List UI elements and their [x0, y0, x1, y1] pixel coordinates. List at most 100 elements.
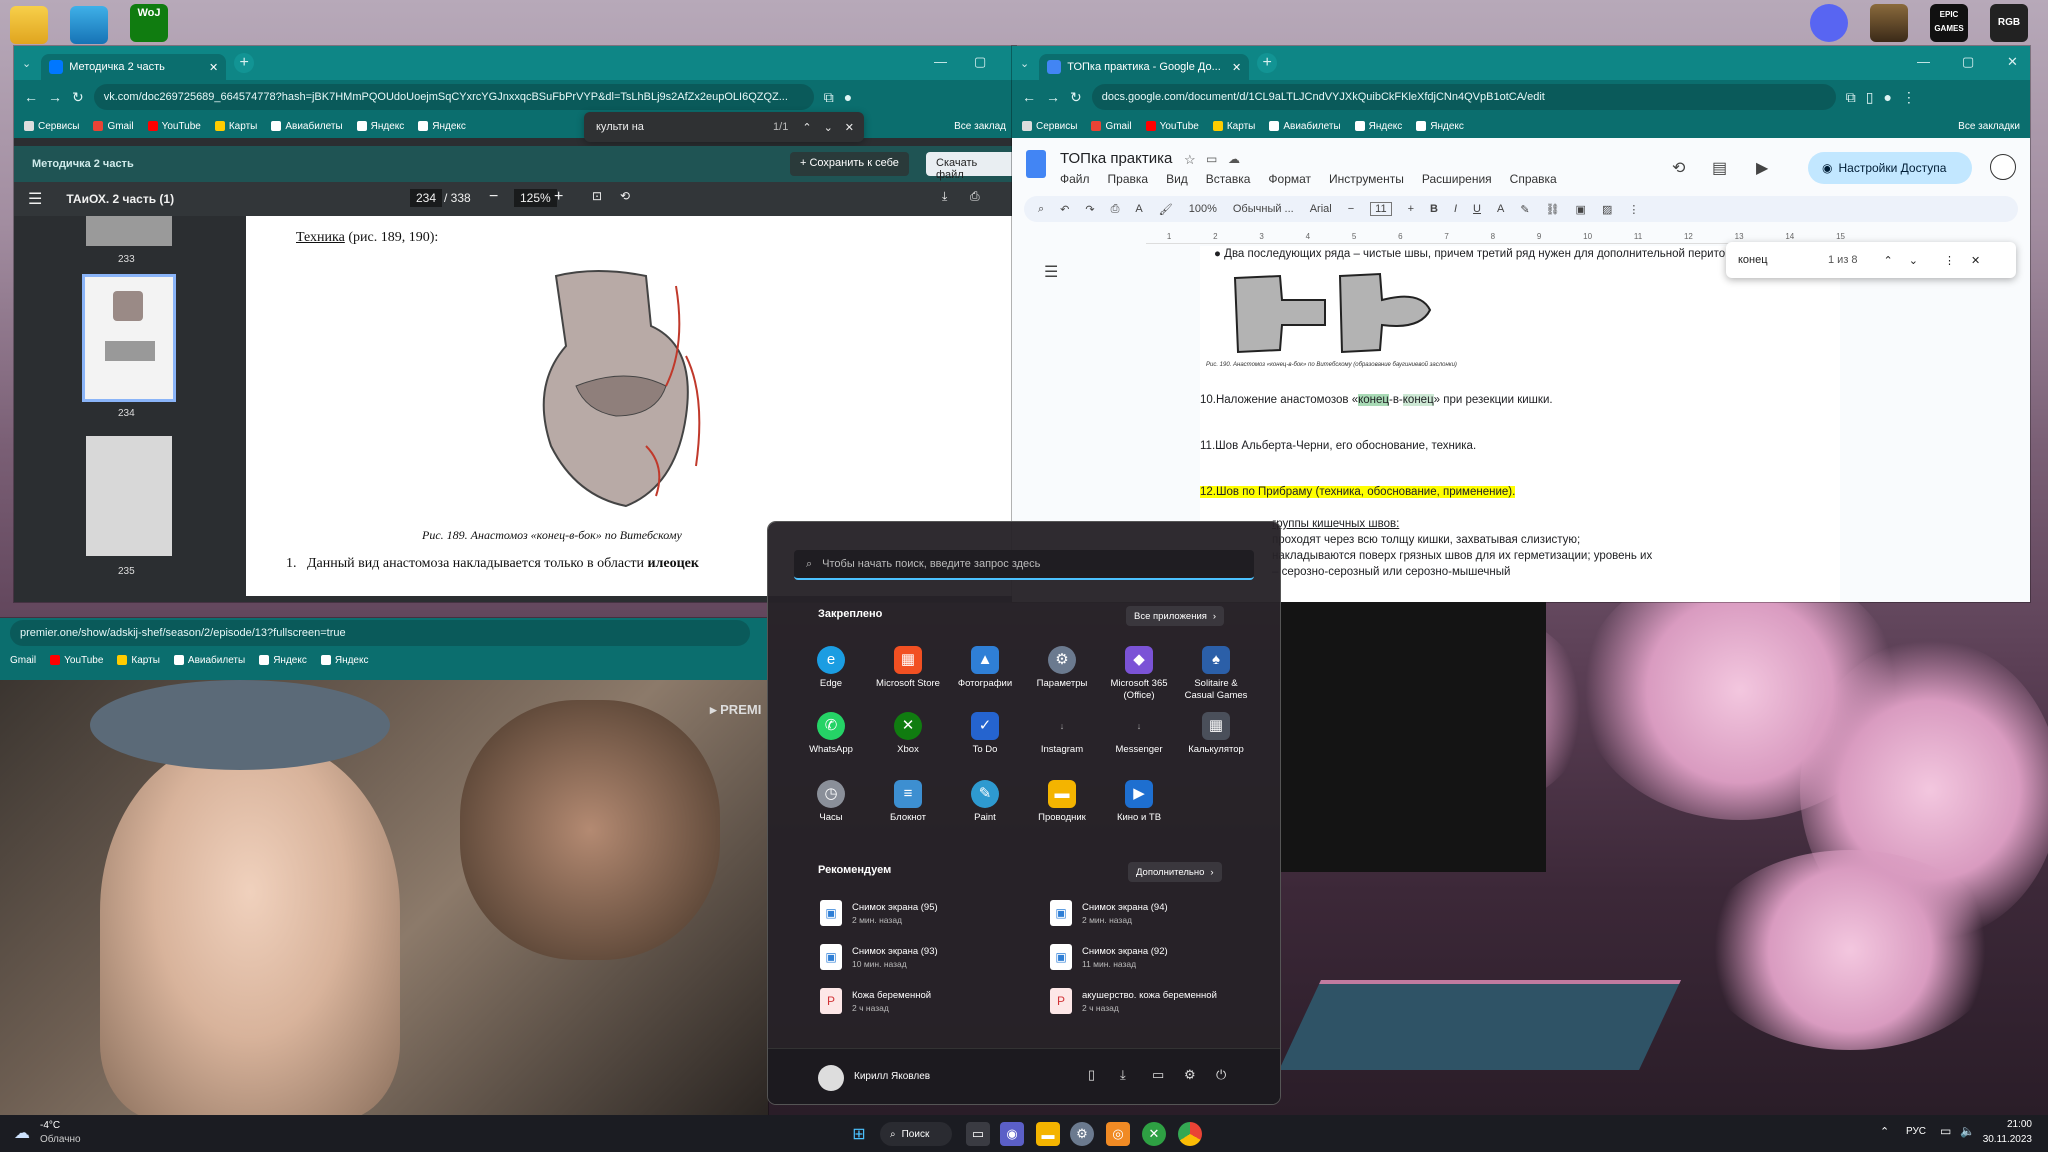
forward-icon[interactable]: → [48, 89, 62, 105]
font-size-input[interactable]: 11 [1370, 202, 1392, 216]
forward-icon[interactable]: → [1046, 89, 1060, 105]
redo-icon[interactable]: ↷ [1085, 203, 1094, 216]
pinned-app[interactable]: ✓ To Do [949, 712, 1021, 756]
taskbar-search[interactable]: ⌕ Поиск [880, 1122, 952, 1146]
pinned-app[interactable]: ▬ Проводник [1026, 780, 1098, 824]
user-avatar[interactable] [818, 1065, 844, 1091]
zoom-out-icon[interactable]: − [489, 188, 498, 206]
extensions-icon[interactable]: ⧉ [824, 89, 834, 106]
tab-search-icon[interactable]: ⌄ [22, 57, 31, 70]
thumbnail-234[interactable] [82, 274, 176, 402]
tray-chevron-icon[interactable]: ⌃ [1880, 1125, 1889, 1138]
find-next-icon[interactable]: ⌄ [824, 121, 833, 134]
close-tab-icon[interactable]: ✕ [1232, 61, 1241, 74]
link-icon[interactable]: ⛓ [1546, 203, 1560, 216]
find-close-icon[interactable]: ✕ [1971, 254, 1980, 267]
profile-icon[interactable]: ● [844, 89, 852, 105]
font-size-increase[interactable]: + [1408, 203, 1414, 215]
xbox-app-icon[interactable]: ✕ [1142, 1122, 1166, 1146]
thumbnail-233[interactable] [86, 216, 172, 246]
menu-icon[interactable]: ☰ [28, 189, 42, 209]
save-to-self-button[interactable]: + Сохранить к себе [790, 152, 909, 176]
pinned-app[interactable]: ≡ Блокнот [872, 780, 944, 824]
find-prev-icon[interactable]: ⌃ [1884, 254, 1893, 267]
find-next-icon[interactable]: ⌄ [1909, 254, 1918, 267]
spellcheck-icon[interactable]: A [1135, 203, 1142, 215]
comments-icon[interactable]: ▤ [1712, 158, 1727, 178]
documents-icon[interactable]: ▯ [1088, 1067, 1095, 1083]
thumbnail-235[interactable] [86, 436, 172, 556]
downloads-icon[interactable]: ⤓ [1120, 1067, 1126, 1083]
profile-icon[interactable]: ● [1883, 89, 1891, 105]
menu-extensions[interactable]: Расширения [1422, 172, 1492, 186]
monitor-icon[interactable] [70, 6, 108, 44]
underline-button[interactable]: U [1473, 203, 1481, 215]
start-search-box[interactable]: ⌕ Чтобы начать поиск, введите запрос здес… [794, 550, 1254, 580]
recommended-item[interactable]: ▣ Снимок экрана (94) 2 мин. назад [1050, 900, 1168, 926]
bookmark-avia[interactable]: Авиабилеты [1269, 121, 1341, 132]
more-button[interactable]: Дополнительно › [1128, 862, 1222, 882]
menu-insert[interactable]: Вставка [1206, 172, 1251, 186]
print-icon[interactable]: ⎙ [1111, 203, 1120, 216]
recommended-item[interactable]: ▣ Снимок экрана (92) 11 мин. назад [1050, 944, 1168, 970]
reload-icon[interactable]: ↻ [72, 89, 84, 106]
insert-image-icon[interactable]: ▨ [1602, 203, 1612, 216]
task-view-icon[interactable]: ▭ [966, 1122, 990, 1146]
settings-icon[interactable]: ⚙ [1070, 1122, 1094, 1146]
menu-view[interactable]: Вид [1166, 172, 1188, 186]
close-tab-icon[interactable]: ✕ [209, 61, 218, 74]
bookmark-services[interactable]: Сервисы [1022, 121, 1077, 132]
tab-search-icon[interactable]: ⌄ [1020, 57, 1029, 70]
weather-temp[interactable]: -4°C [40, 1120, 60, 1131]
new-tab-button[interactable]: + [1257, 53, 1278, 73]
recommended-item[interactable]: Pакушерство. кожа беременной 2 ч назад [1050, 988, 1217, 1014]
doc-title[interactable]: ТОПка практика [1060, 150, 1172, 167]
bookmark-maps[interactable]: Карты [117, 655, 160, 666]
pinned-app[interactable]: ⚙ Параметры [1026, 646, 1098, 690]
extensions-icon[interactable]: ⧉ [1846, 89, 1856, 106]
text-color-icon[interactable]: A [1497, 203, 1504, 215]
bookmark-gmail[interactable]: Gmail [93, 121, 134, 132]
pinned-app[interactable]: ↓ Instagram [1026, 712, 1098, 756]
bookmark-gmail[interactable]: Gmail [1091, 121, 1132, 132]
account-avatar[interactable] [1990, 154, 2016, 180]
odnoklassniki-icon[interactable]: ◎ [1106, 1122, 1130, 1146]
pinned-app[interactable]: ▶ Кино и ТВ [1103, 780, 1175, 824]
tab-docs[interactable]: ТОПка практика - Google До... ✕ [1039, 54, 1250, 80]
bookmark-youtube[interactable]: YouTube [50, 655, 103, 666]
rgb-icon[interactable]: RGB [1990, 4, 2028, 42]
italic-button[interactable]: I [1454, 203, 1457, 215]
menu-tools[interactable]: Инструменты [1329, 172, 1404, 186]
pinned-app[interactable]: ♠ Solitaire & Casual Games [1180, 646, 1252, 702]
chrome-icon[interactable] [1178, 1122, 1202, 1146]
discord-icon[interactable] [1810, 4, 1848, 42]
pinned-app[interactable]: ◷ Часы [795, 780, 867, 824]
bookmark-yandex[interactable]: Яндекс [418, 121, 466, 132]
font-size-decrease[interactable]: − [1348, 203, 1354, 215]
share-button[interactable]: ◉ Настройки Доступа [1808, 152, 1972, 184]
reload-icon[interactable]: ↻ [1070, 89, 1082, 106]
find-input[interactable]: культи на [596, 121, 644, 133]
clock-date[interactable]: 30.11.2023 [1976, 1134, 2032, 1145]
user-name[interactable]: Кирилл Яковлев [854, 1071, 930, 1082]
video-player[interactable]: ▸ PREMI [0, 680, 768, 1115]
bookmark-maps[interactable]: Карты [214, 121, 257, 132]
bookmark-youtube[interactable]: YouTube [147, 121, 201, 132]
outline-icon[interactable]: ☰ [1044, 262, 1058, 282]
all-apps-button[interactable]: Все приложения › [1126, 606, 1225, 626]
close-window-icon[interactable]: ✕ [2007, 54, 2018, 70]
bookmark-avia[interactable]: Авиабилеты [271, 121, 343, 132]
pinned-app[interactable]: ✕ Xbox [872, 712, 944, 756]
xbox-woj-icon[interactable]: WoJ [130, 4, 168, 42]
bookmark-yandex[interactable]: Яндекс [259, 655, 307, 666]
bookmark-yandex[interactable]: Яндекс [1354, 121, 1402, 132]
more-icon[interactable]: ⋮ [1902, 89, 1916, 106]
bold-button[interactable]: B [1430, 203, 1438, 215]
bookmark-services[interactable]: Сервисы [24, 121, 79, 132]
epic-games-icon[interactable]: EPIC GAMES [1930, 4, 1968, 42]
volume-icon[interactable]: 🔈 [1960, 1124, 1975, 1138]
add-comment-icon[interactable]: ▣ [1576, 203, 1586, 216]
zoom-select[interactable]: 100% [1189, 203, 1217, 215]
pinned-app[interactable]: ▦ Microsoft Store [872, 646, 944, 690]
rotate-icon[interactable]: ⟲ [620, 189, 630, 203]
